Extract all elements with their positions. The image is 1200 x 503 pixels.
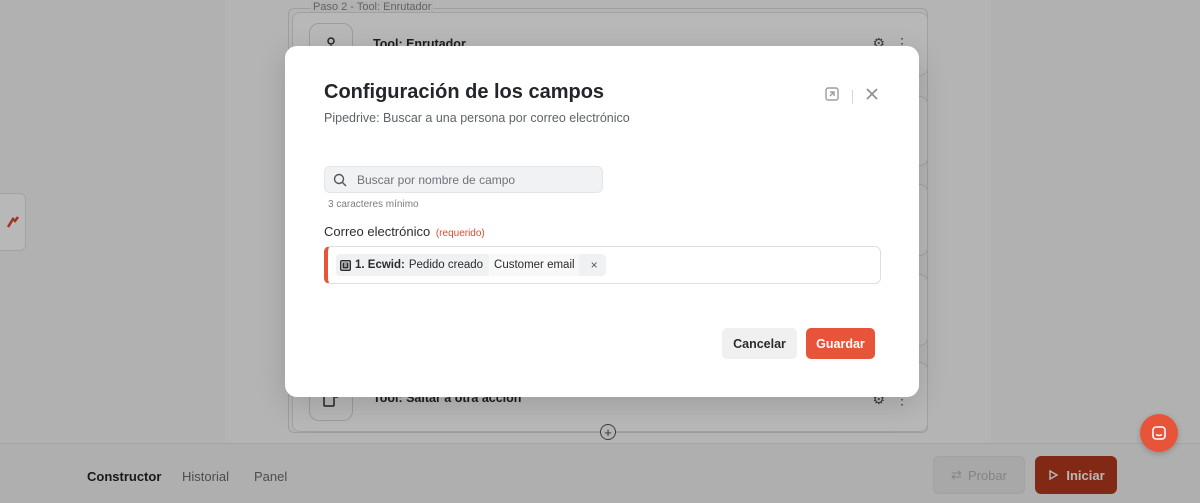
email-field-label: Correo electrónico (requerido)	[324, 224, 485, 239]
save-button[interactable]: Guardar	[806, 328, 875, 359]
field-config-modal: Configuración de los campos Pipedrive: B…	[285, 46, 919, 397]
search-hint: 3 caracteres mínimo	[328, 199, 419, 210]
header-divider	[852, 89, 853, 104]
required-indicator: (requerido)	[435, 228, 485, 239]
modal-title: Configuración de los campos	[324, 81, 605, 103]
chip-event: Pedido creado	[408, 259, 484, 271]
remove-chip-icon[interactable]: ×	[591, 258, 598, 272]
cancel-button[interactable]: Cancelar	[722, 328, 797, 359]
ecwid-app-icon	[340, 259, 351, 271]
mapped-value-chip[interactable]: 1. Ecwid: Pedido creado Customer email ×	[336, 254, 606, 276]
chat-support-button[interactable]	[1140, 414, 1178, 452]
search-icon	[333, 173, 347, 186]
modal-subtitle: Pipedrive: Buscar a una persona por corr…	[324, 111, 630, 125]
search-input[interactable]	[357, 172, 587, 187]
chip-step-ref: 1. Ecwid:	[355, 259, 405, 271]
field-label-text: Correo electrónico	[324, 224, 431, 239]
chip-value: Customer email	[489, 254, 579, 276]
email-field[interactable]: 1. Ecwid: Pedido creado Customer email ×	[324, 246, 881, 284]
expand-icon[interactable]	[824, 86, 840, 107]
close-icon[interactable]	[865, 87, 879, 106]
field-search	[324, 166, 603, 193]
chat-icon	[1152, 426, 1166, 440]
